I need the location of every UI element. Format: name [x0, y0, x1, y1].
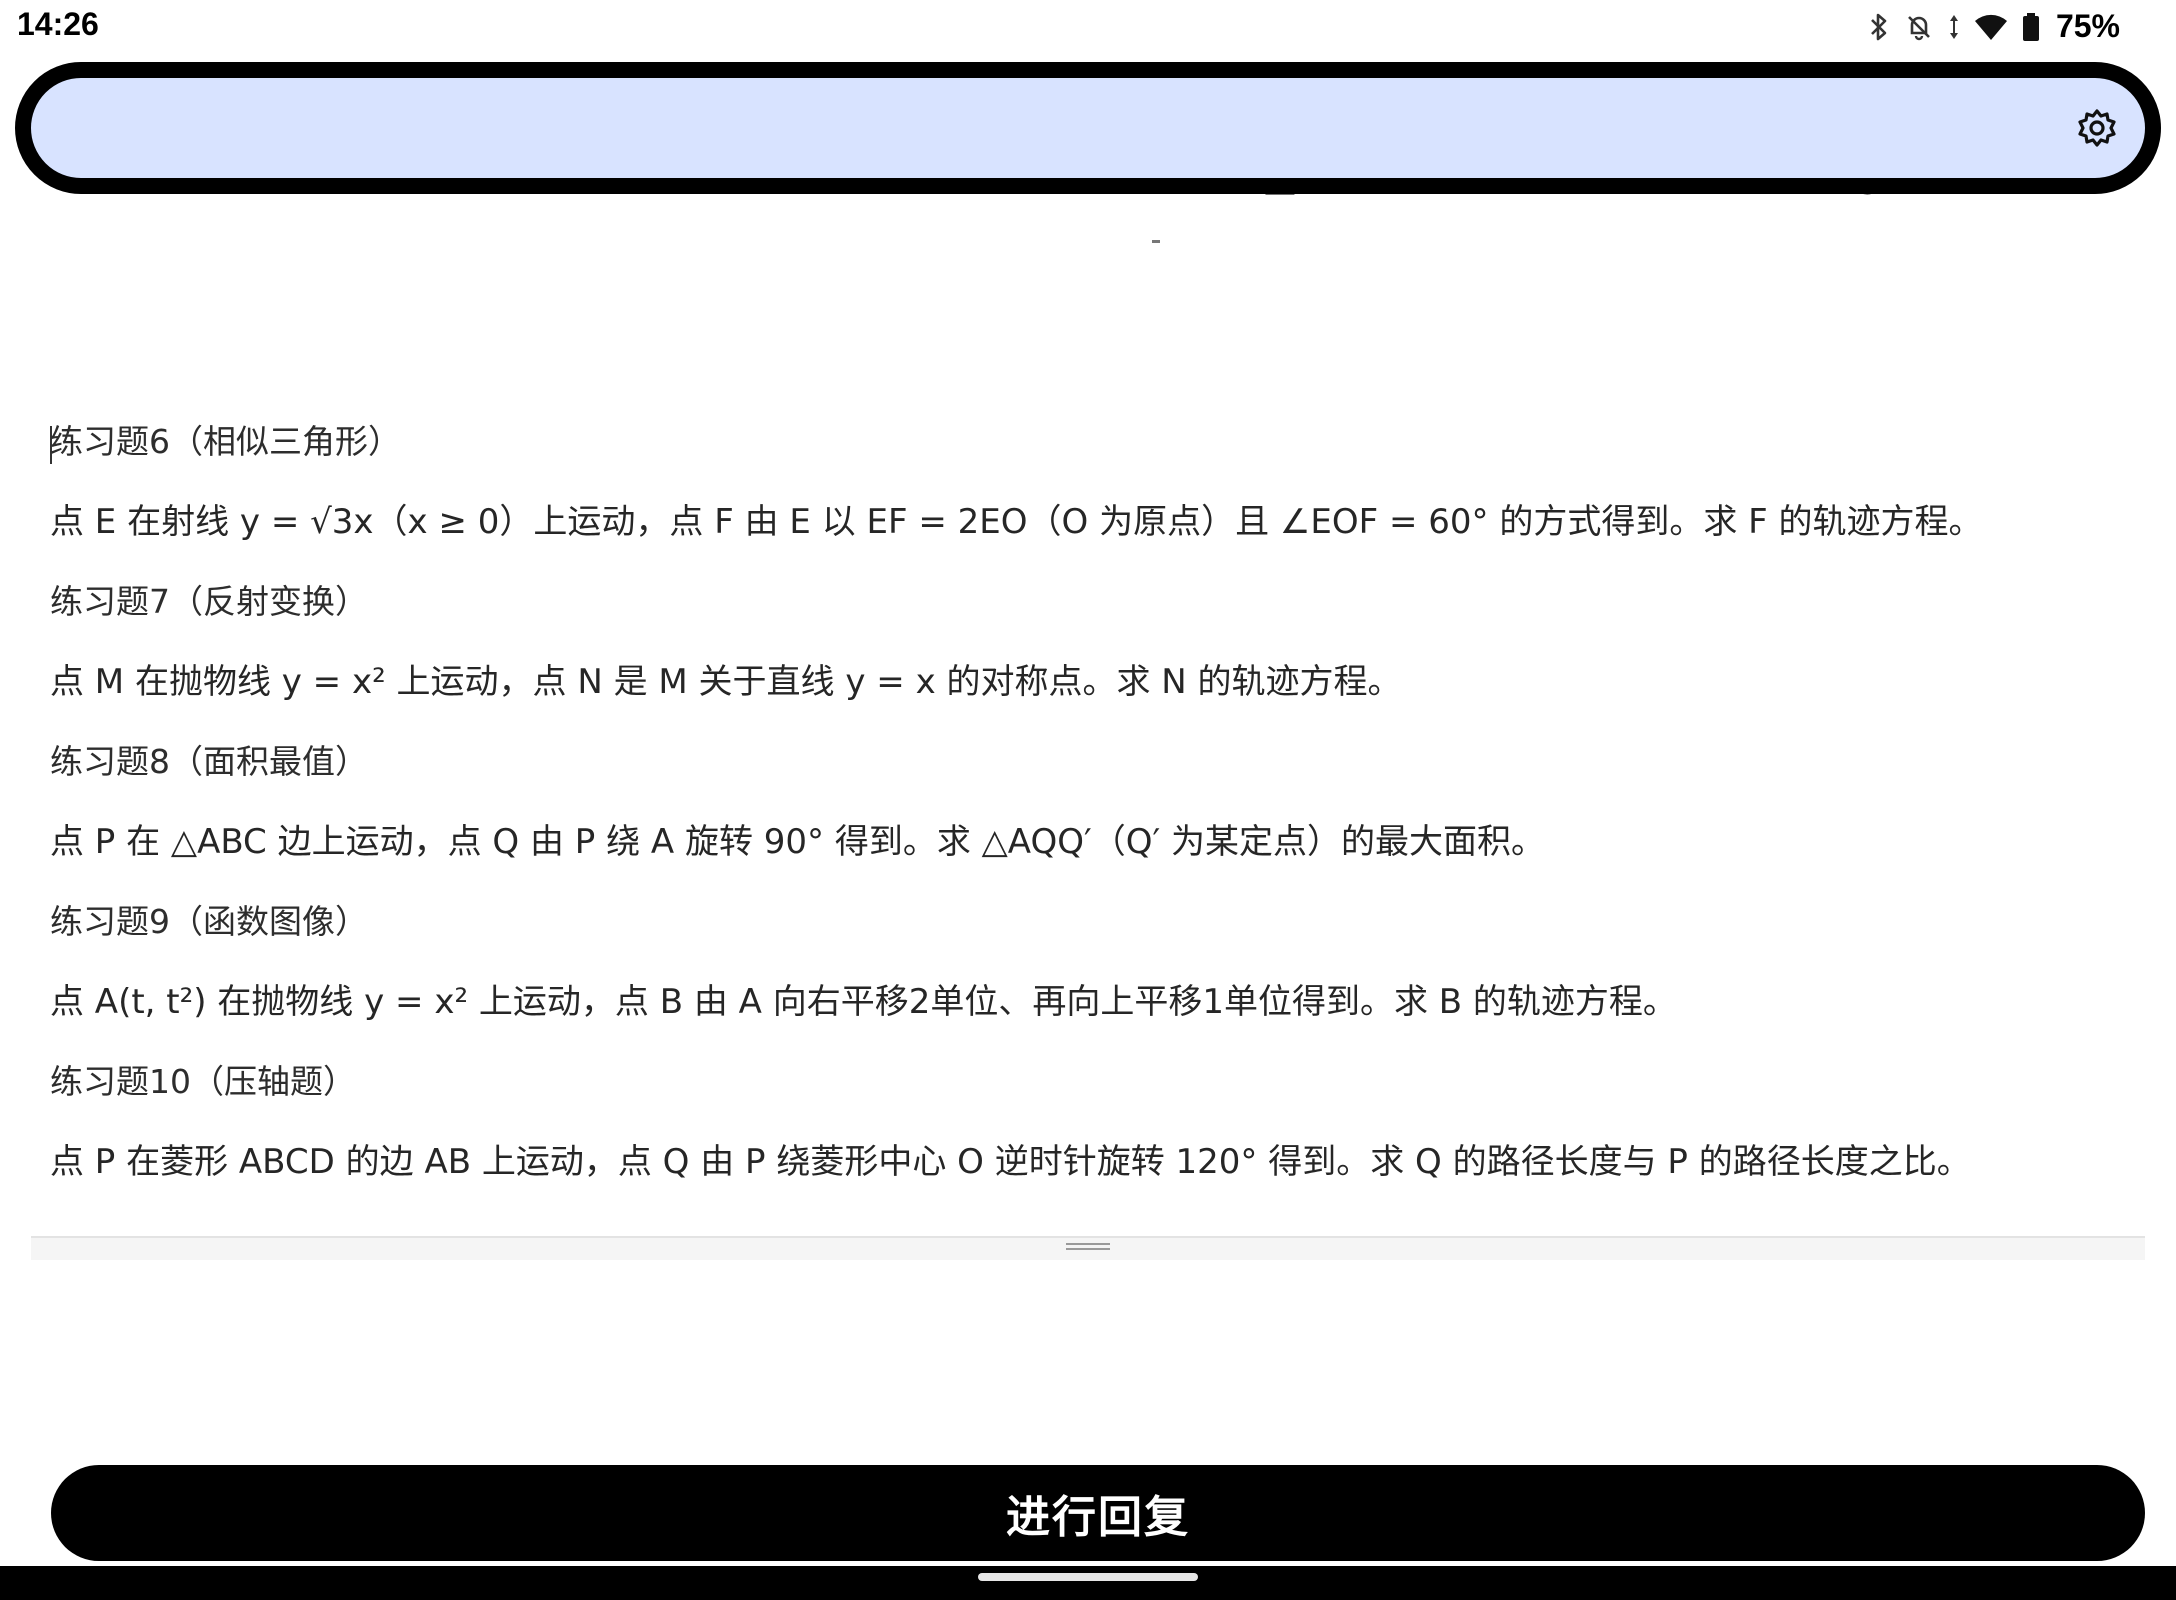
exercise-heading-8: 练习题8（面积最值）	[50, 742, 368, 781]
battery-percent: 75%	[2055, 8, 2120, 44]
exercise-problem-9: 点 A(t, t²) 在抛物线 y = x² 上运动，点 B 由 A 向右平移2…	[50, 982, 1677, 1022]
exercise-problem-10: 点 P 在菱形 ABCD 的边 AB 上运动，点 Q 由 P 绕菱形中心 O 逆…	[50, 1142, 1971, 1182]
exercise-heading-9: 练习题9（函数图像）	[50, 902, 368, 941]
exercise-heading-10: 练习题10（压轴题）	[50, 1062, 356, 1101]
exercise-heading-6: 练习题6（相似三角形）	[50, 422, 401, 461]
reply-button[interactable]: 进行回复	[51, 1465, 2145, 1561]
exercise-problem-8: 点 P 在 △ABC 边上运动，点 Q 由 P 绕 A 旋转 90° 得到。求 …	[50, 822, 1546, 862]
home-indicator[interactable]	[978, 1573, 1198, 1581]
navigation-bar	[0, 1566, 2176, 1600]
exercise-heading-7: 练习题7（反射变换）	[50, 582, 368, 621]
status-bar: 14:26 75%	[0, 0, 2176, 52]
notifications-off-icon	[1904, 12, 1934, 42]
drag-handle-icon[interactable]	[1066, 1243, 1110, 1253]
gear-icon[interactable]	[2075, 106, 2119, 150]
status-icons: 75%	[1868, 8, 2120, 45]
exercise-problem-7: 点 M 在抛物线 y = x² 上运动，点 N 是 M 关于直线 y = x 的…	[50, 662, 1402, 702]
battery-icon	[2022, 12, 2040, 42]
exercise-problem-6: 点 E 在射线 y = √3x（x ≥ 0）上运动，点 F 由 E 以 EF =…	[50, 502, 1983, 542]
search-bar[interactable]	[15, 62, 2161, 194]
toolbar-indicator	[1152, 240, 1160, 243]
screen: 14:26 75% B I U X ≡ ≡ ⇆ ▣	[0, 0, 2176, 1600]
bluetooth-icon	[1868, 12, 1890, 42]
wifi-icon	[1974, 12, 2008, 42]
reply-button-label: 进行回复	[1006, 1492, 1190, 1543]
status-time: 14:26	[17, 6, 99, 42]
data-arrows-icon	[1948, 12, 1960, 42]
